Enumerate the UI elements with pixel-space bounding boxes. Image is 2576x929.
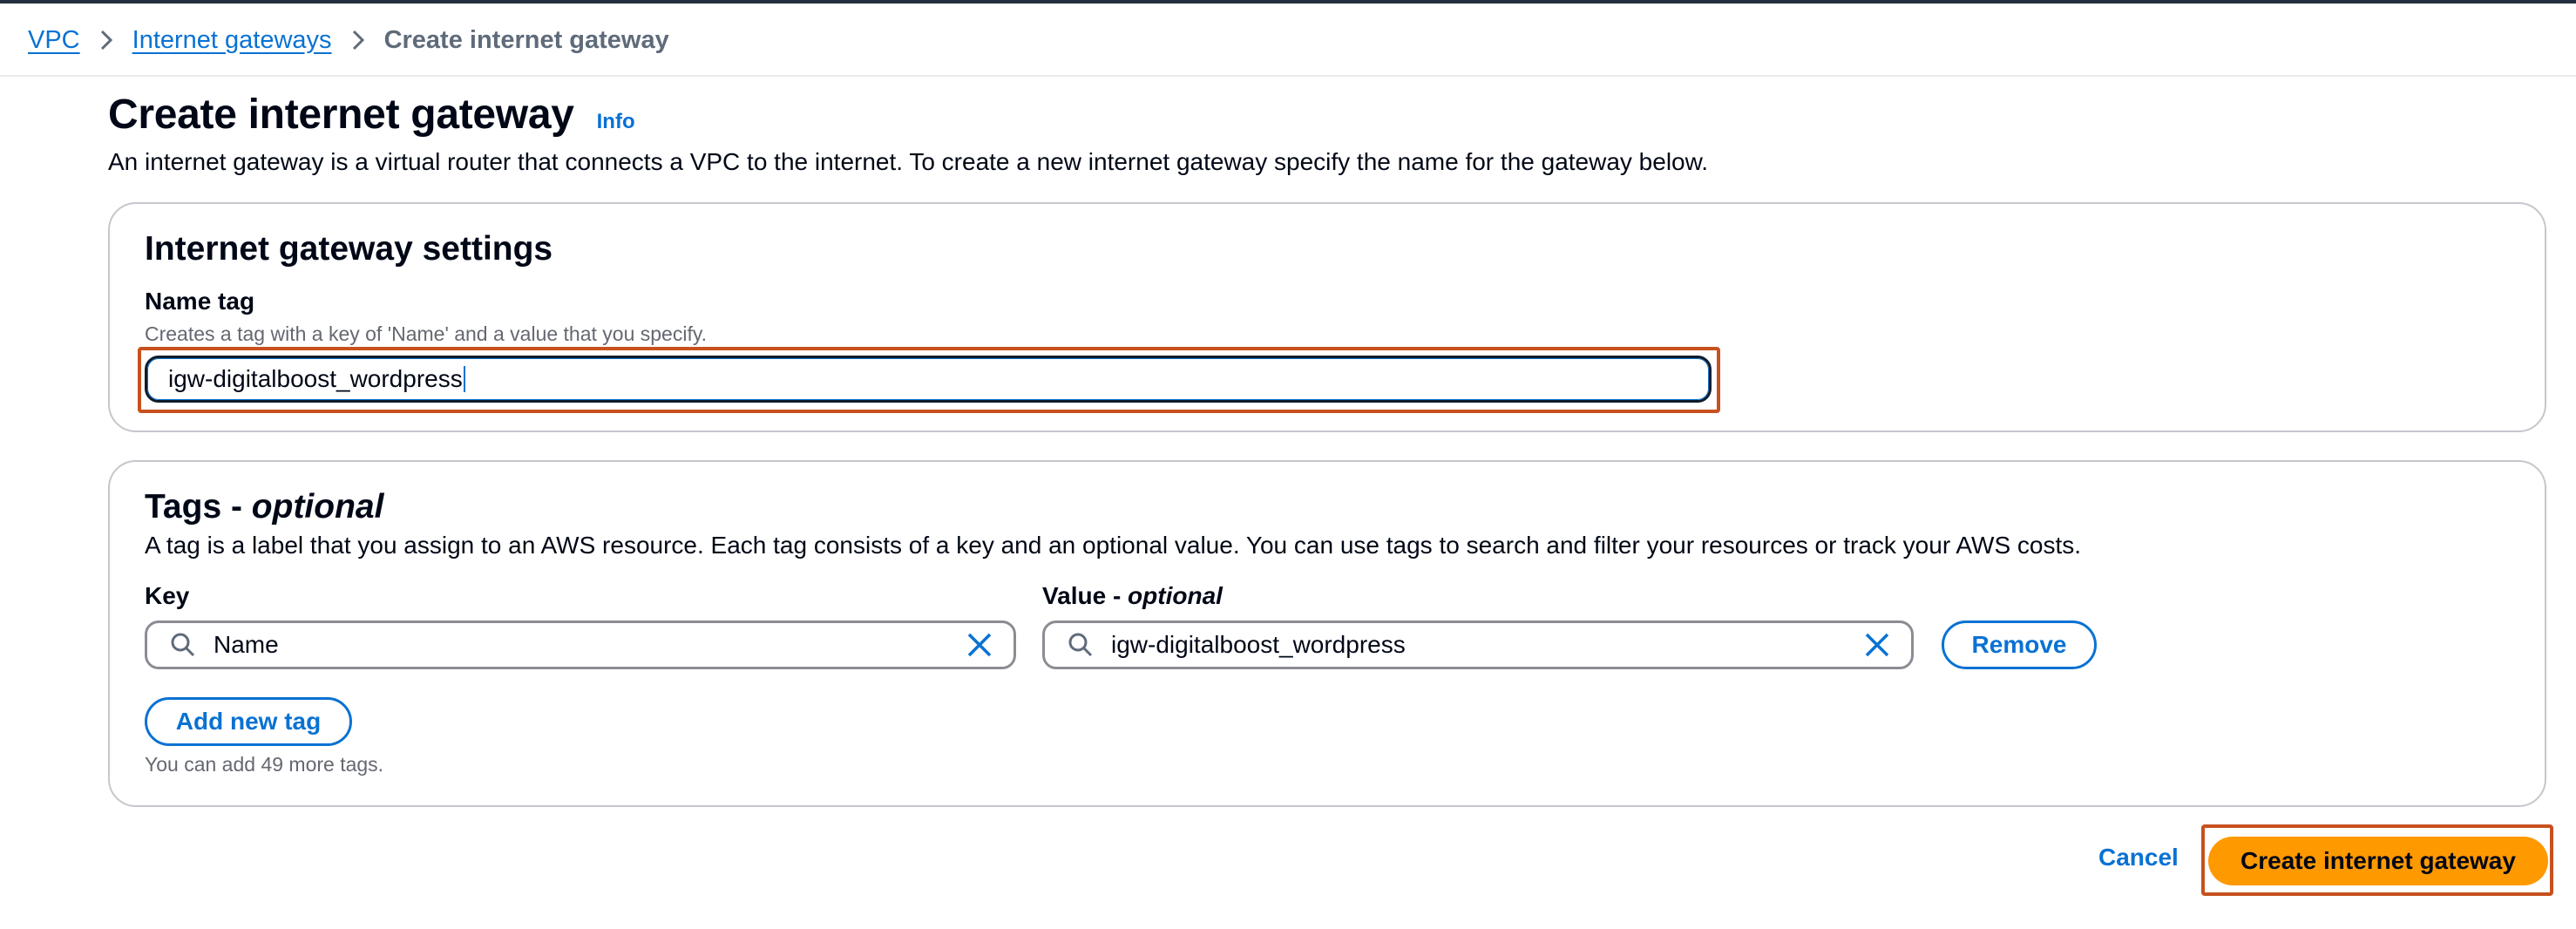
info-link[interactable]: Info (597, 110, 635, 134)
name-tag-label: Name tag (145, 288, 255, 315)
breadcrumb-current: Create internet gateway (383, 25, 669, 54)
name-tag-input[interactable]: igw-digitalboost_wordpress (145, 356, 1712, 403)
search-icon (1068, 632, 1094, 658)
breadcrumb-vpc[interactable]: VPC (28, 26, 80, 55)
search-icon (170, 632, 196, 658)
cancel-button[interactable]: Cancel (2098, 844, 2179, 871)
tag-key-value: Name (214, 631, 279, 658)
chevron-right-icon (351, 29, 365, 51)
settings-title: Internet gateway settings (145, 230, 553, 268)
page-header: Create internet gateway Info (108, 91, 635, 139)
add-new-tag-button[interactable]: Add new tag (145, 697, 352, 746)
breadcrumb-internet-gateways[interactable]: Internet gateways (132, 26, 332, 55)
name-tag-value: igw-digitalboost_wordpress (168, 365, 463, 392)
create-internet-gateway-button[interactable]: Create internet gateway (2208, 837, 2548, 885)
close-icon[interactable] (965, 630, 994, 660)
close-icon[interactable] (1862, 630, 1892, 660)
key-label: Key (145, 582, 190, 609)
remove-tag-button[interactable]: Remove (1942, 620, 2097, 669)
top-nav-border (0, 0, 2576, 3)
tags-description: A tag is a label that you assign to an A… (145, 532, 2082, 559)
breadcrumb: VPC Internet gateways Create internet ga… (28, 19, 669, 61)
page-description: An internet gateway is a virtual router … (108, 148, 1709, 175)
breadcrumb-divider (0, 75, 2576, 77)
value-label: Value - optional (1042, 582, 1223, 609)
remaining-tags-text: You can add 49 more tags. (145, 753, 384, 776)
chevron-right-icon (99, 29, 113, 51)
tags-title: Tags - optional (145, 488, 384, 526)
tags-panel: Tags - optional A tag is a label that yo… (108, 460, 2546, 807)
tag-value-input[interactable]: igw-digitalboost_wordpress (1042, 620, 1914, 669)
page-title: Create internet gateway (108, 92, 574, 138)
name-tag-hint: Creates a tag with a key of 'Name' and a… (145, 322, 708, 345)
tag-key-input[interactable]: Name (145, 620, 1016, 669)
tag-value-value: igw-digitalboost_wordpress (1111, 631, 1406, 658)
text-caret (463, 366, 465, 392)
internet-gateway-settings-panel: Internet gateway settings Name tag Creat… (108, 202, 2546, 432)
